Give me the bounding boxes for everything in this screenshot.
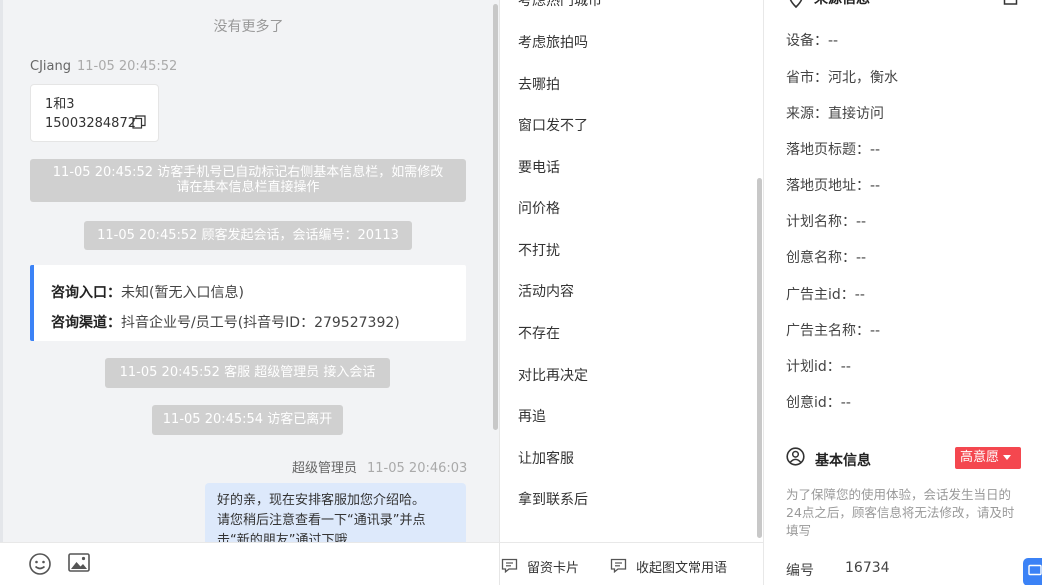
basic-info-title: 基本信息: [815, 453, 871, 469]
info-device: 设备：--: [786, 33, 839, 49]
floating-action-button[interactable]: [1023, 558, 1042, 585]
quick-replies-panel: 考虑热门城市 考虑旅拍吗 去哪拍 窗口发不了 要电话 问价格 不打扰 活动内容 …: [500, 0, 762, 542]
quick-reply-item[interactable]: 不打扰: [518, 240, 560, 260]
info-province-city: 省市：河北，衡水: [786, 70, 898, 86]
intent-level-value: 高意愿: [960, 450, 1000, 465]
info-plan-name: 计划名称：--: [786, 214, 867, 230]
visitor-name: CJiang: [30, 59, 71, 74]
caret-down-icon: [1003, 455, 1012, 460]
info-number-value: 16734: [845, 560, 890, 576]
quick-reply-item[interactable]: 考虑旅拍吗: [518, 32, 588, 52]
visitor-message-line: 1和3: [45, 97, 75, 112]
agent-message-line: 好的亲，现在安排客服加您介绍哈。: [217, 493, 426, 508]
consult-channel-row: 咨询渠道：抖音企业号/员工号(抖音号ID：279527392): [51, 308, 466, 338]
quick-reply-item[interactable]: 让加客服: [518, 448, 574, 468]
edit-icon[interactable]: [1003, 0, 1018, 6]
visitor-sender: CJiang 11-05 20:45:52: [30, 59, 177, 74]
quick-reply-item[interactable]: 要电话: [518, 157, 560, 177]
consult-channel-label: 咨询渠道：: [51, 315, 121, 331]
no-more-label: 没有更多了: [213, 19, 284, 35]
quick-replies-scrollbar[interactable]: [757, 178, 762, 538]
chat-scrollbar[interactable]: [493, 4, 498, 430]
consult-entry-label: 咨询入口：: [51, 285, 121, 301]
system-notice-phone-tagged: 11-05 20:45:52 访客手机号已自动标记右侧基本信息栏，如需修改 请在…: [30, 159, 466, 202]
agent-message-line: 请您稍后注意查看一下“通讯录”并点: [217, 513, 426, 528]
consult-info-card: 咨询入口：未知(暂无入口信息) 咨询渠道：抖音企业号/员工号(抖音号ID：279…: [30, 265, 466, 341]
info-landing-title: 落地页标题：--: [786, 142, 881, 158]
info-number-label: 编号: [786, 563, 814, 579]
agent-sender: 超级管理员 11-05 20:46:03: [292, 457, 467, 476]
user-circle-icon: [786, 447, 805, 466]
quick-reply-item[interactable]: 去哪拍: [518, 74, 560, 94]
info-plan-id: 计划id：--: [786, 359, 851, 375]
system-notice-session-start: 11-05 20:45:52 顾客发起会话，会话编号：20113: [84, 221, 412, 250]
lead-card-button[interactable]: 留资卡片: [527, 557, 579, 576]
info-source: 来源：直接访问: [786, 106, 884, 122]
quick-reply-item[interactable]: 考虑热门城市: [518, 0, 602, 10]
visitor-message-bubble: 1和3 15003284872: [30, 84, 159, 142]
system-notice-visitor-left: 11-05 20:45:54 访客已离开: [152, 405, 343, 435]
chat-messages[interactable]: 没有更多了 CJiang 11-05 20:45:52 1和3 150032848…: [0, 0, 499, 542]
consult-channel-value: 抖音企业号/员工号(抖音号ID：279527392): [121, 315, 400, 331]
consult-entry-row: 咨询入口：未知(暂无入口信息): [51, 278, 466, 308]
location-icon: [789, 0, 803, 9]
info-advertiser-name: 广告主名称：--: [786, 323, 881, 339]
chat-left-edge: [0, 0, 3, 542]
collapse-icon: [610, 558, 627, 573]
info-advertiser-id: 广告主id：--: [786, 287, 865, 303]
quick-reply-item[interactable]: 再追: [518, 406, 546, 426]
info-creative-name: 创意名称：--: [786, 250, 867, 266]
quick-reply-item[interactable]: 活动内容: [518, 281, 574, 301]
quick-reply-item[interactable]: 拿到联系后: [518, 489, 588, 509]
system-notice-agent-joined: 11-05 20:45:52 客服 超级管理员 接入会话: [105, 358, 390, 388]
visitor-time: 11-05 20:45:52: [76, 59, 178, 74]
copy-icon[interactable]: [132, 115, 146, 129]
app-root: 没有更多了 CJiang 11-05 20:45:52 1和3 150032848…: [0, 0, 1042, 585]
image-icon[interactable]: [67, 551, 91, 575]
info-landing-url: 落地页地址：--: [786, 178, 881, 194]
chat-panel: 没有更多了 CJiang 11-05 20:45:52 1和3 150032848…: [0, 0, 500, 585]
consult-entry-value: 未知(暂无入口信息): [121, 285, 244, 301]
edit-deadline-note: 为了保障您的使用体验，会话发生当日的24点之后，顾客信息将无法修改，请及时填写: [786, 487, 1015, 538]
quick-reply-item[interactable]: 对比再决定: [518, 365, 588, 385]
quick-reply-item[interactable]: 不存在: [518, 323, 560, 343]
agent-time: 11-05 20:46:03: [367, 461, 468, 476]
system-notice-line: 11-05 20:45:52 访客手机号已自动标记右侧基本信息栏，如需修改: [52, 165, 444, 180]
card-icon: [501, 558, 518, 573]
info-creative-id: 创意id：--: [786, 395, 851, 411]
message-icon: [1028, 564, 1042, 576]
quick-reply-item[interactable]: 窗口发不了: [518, 115, 588, 135]
source-info-title: 来源信息: [814, 0, 870, 8]
system-notice-line: 请在基本信息栏直接操作: [176, 180, 320, 195]
quick-reply-item[interactable]: 问价格: [518, 198, 560, 218]
collapse-phrases-button[interactable]: 收起图文常用语: [636, 557, 727, 576]
agent-message-bubble: 好的亲，现在安排客服加您介绍哈。 请您稍后注意查看一下“通讯录”并点 击“新的朋…: [205, 483, 466, 542]
intent-level-select[interactable]: 高意愿: [955, 447, 1021, 469]
agent-name: 超级管理员: [292, 461, 358, 476]
agent-message-line: 击“新的朋友”通过下哦: [217, 533, 348, 542]
emoji-icon[interactable]: [28, 552, 52, 576]
